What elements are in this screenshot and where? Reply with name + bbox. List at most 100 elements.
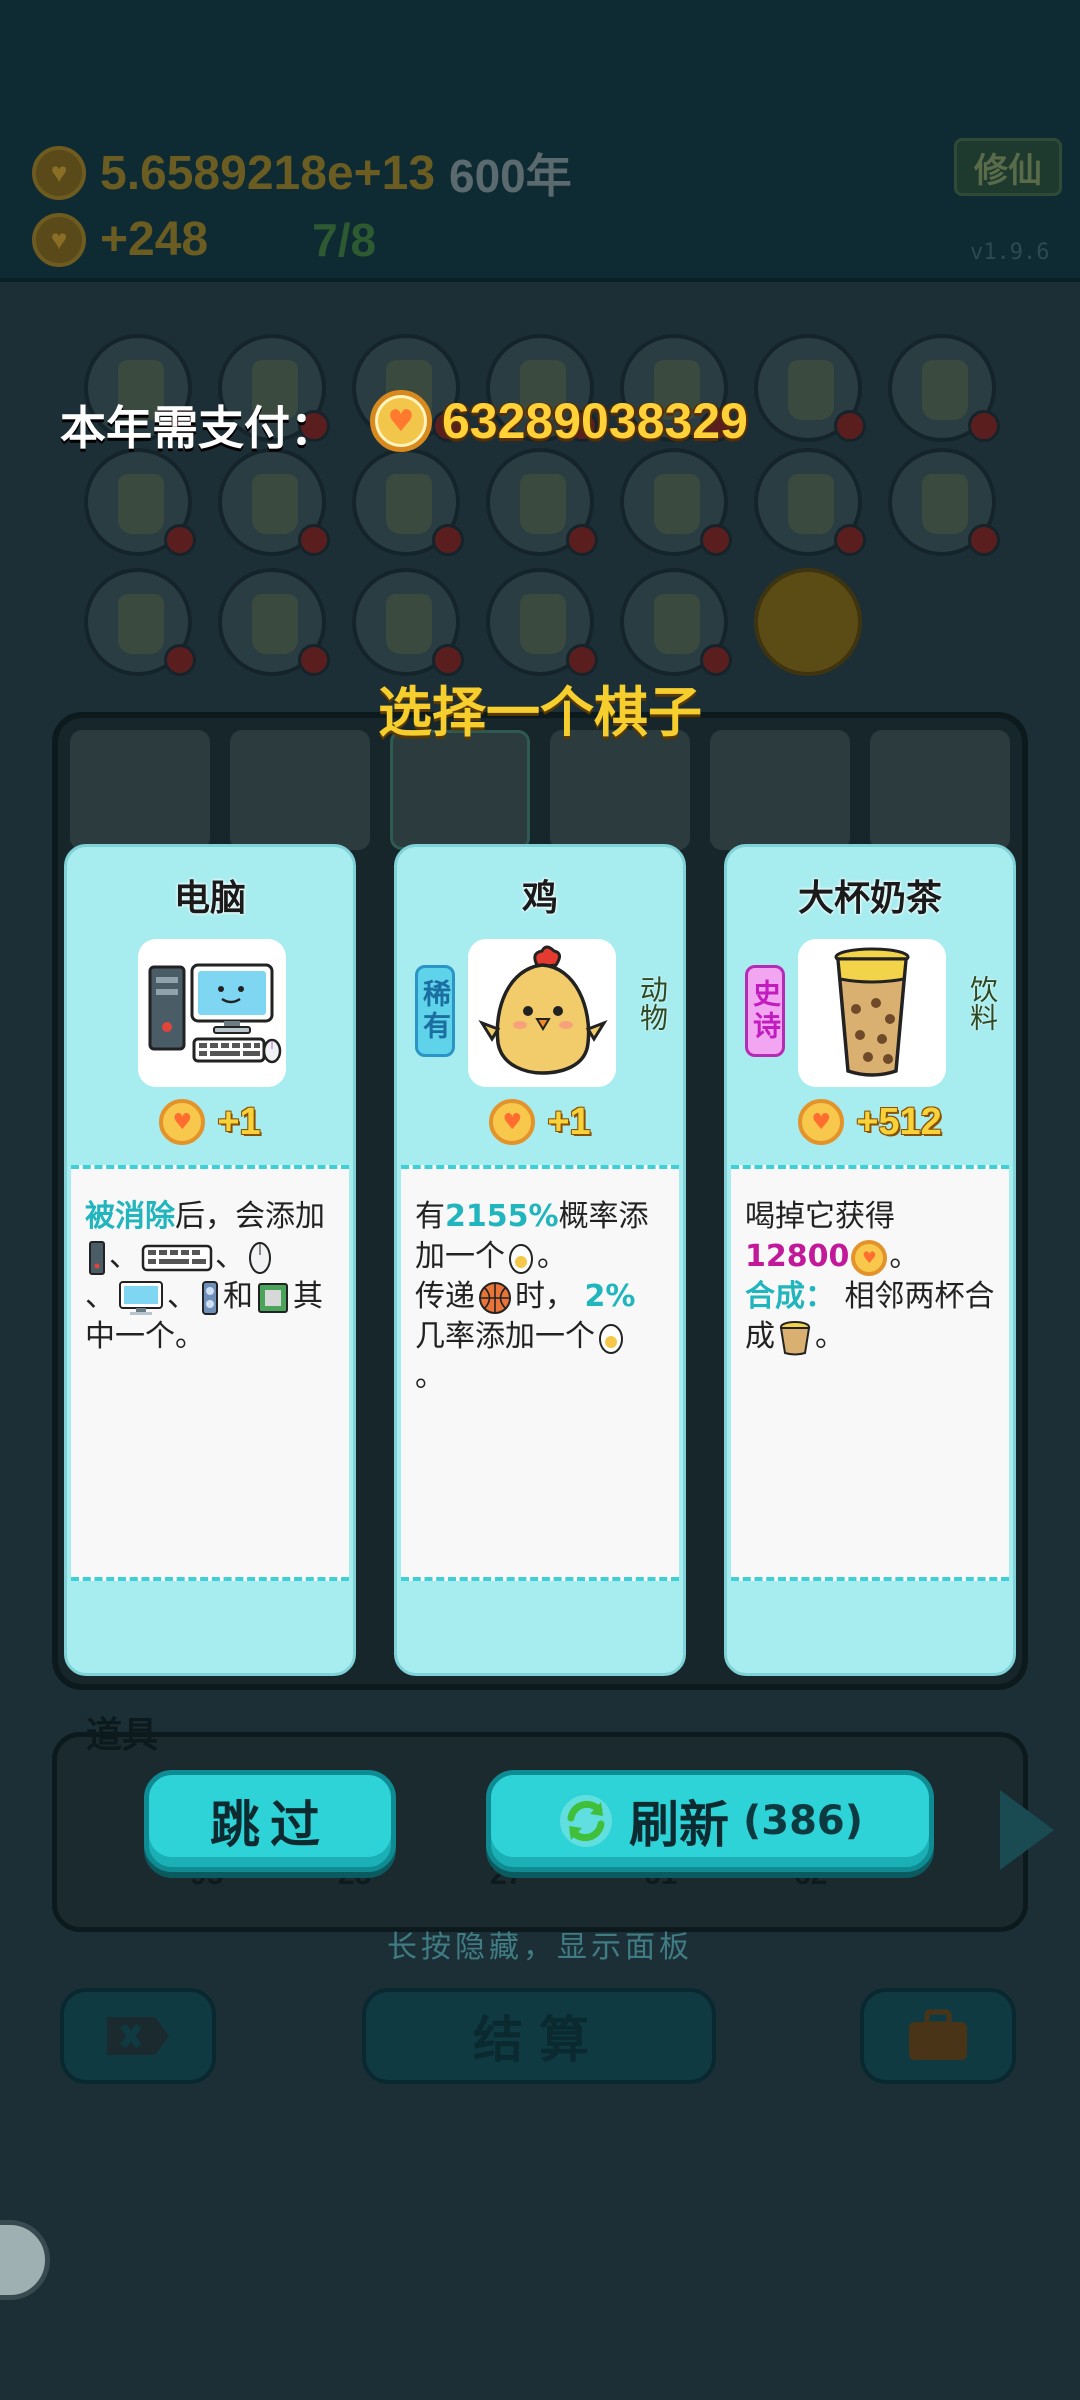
desc-text: 、 — [85, 1279, 115, 1314]
egg-icon — [509, 1243, 533, 1274]
card-value-text: +1 — [547, 1100, 591, 1143]
board-slot — [352, 568, 464, 676]
coin-icon: ♥ — [851, 1239, 888, 1276]
skip-button[interactable]: 跳过 — [144, 1770, 396, 1872]
card-description: 有2155%概率添加一个。 传递 时， 2% 几率添加一个 。 — [401, 1165, 679, 1581]
briefcase-icon — [909, 2009, 967, 2060]
desc-text: 12800 — [745, 1239, 850, 1274]
board-slot — [486, 448, 598, 556]
card-name: 电脑 — [173, 878, 246, 919]
card-name: 大杯奶茶 — [797, 878, 942, 919]
round-counter: 7/8 — [312, 213, 377, 266]
desc-text: 、 — [167, 1279, 197, 1314]
card-value-text: +512 — [856, 1100, 942, 1143]
desc-text: 。 — [537, 1239, 567, 1274]
board-slot — [888, 448, 1000, 556]
items-label: 道具 — [86, 1715, 159, 1756]
avatar[interactable] — [0, 2220, 50, 2300]
pc-tower-icon — [89, 1240, 105, 1275]
board-slot — [620, 568, 732, 676]
desc-text: 。 — [415, 1359, 445, 1394]
board-slot — [352, 448, 464, 556]
payment-amount: 63289038329 — [442, 393, 748, 449]
desc-text: 传递 — [415, 1279, 475, 1314]
lightning-icon — [754, 568, 862, 676]
board-slot — [84, 568, 196, 676]
egg-icon — [599, 1323, 623, 1354]
exit-button[interactable] — [60, 1988, 216, 2084]
coin-icon: ♥ — [32, 146, 86, 200]
desc-text: 时， — [515, 1279, 575, 1314]
basketball-icon — [479, 1281, 511, 1314]
board-slot — [218, 568, 330, 676]
board-slot — [84, 448, 196, 556]
card-name: 鸡 — [521, 878, 558, 919]
card-milk-tea[interactable]: 大杯奶茶 史诗 饮料 ♥ +512 喝掉它获得 12800 ♥。 合成： 相邻两杯… — [724, 844, 1016, 1676]
cpu-icon — [258, 1282, 288, 1313]
card-value: ♥ +1 — [67, 1099, 353, 1145]
card-value-text: +1 — [217, 1100, 261, 1143]
desc-text: 2155% — [445, 1199, 559, 1234]
rarity-badge-epic: 史诗 — [745, 965, 785, 1057]
refresh-count: (386) — [742, 1798, 864, 1844]
milk-tea-bucket-icon — [779, 1320, 811, 1355]
card-value: ♥ +1 — [397, 1099, 683, 1145]
refresh-label: 刷新 — [628, 1796, 729, 1854]
skip-label: 跳过 — [210, 1796, 330, 1854]
desc-text: 和 — [223, 1279, 253, 1314]
desc-text: 2% — [584, 1279, 636, 1314]
hide-panel-hint: 长按隐藏，显示面板 — [387, 1930, 693, 1965]
year-counter: 600年 — [449, 150, 572, 202]
choose-piece-title: 选择一个棋子 — [378, 681, 702, 744]
refresh-icon — [559, 1795, 612, 1847]
close-icon — [107, 2017, 169, 2055]
card-description: 喝掉它获得 12800 ♥。 合成： 相邻两杯合成。 — [731, 1165, 1009, 1581]
settle-label: 结算 — [473, 2011, 605, 2069]
total-coins: 5.6589218e+13 — [100, 146, 436, 200]
board-slot — [486, 568, 598, 676]
card-category: 饮料 — [966, 975, 999, 1031]
desc-text: 被消除 — [85, 1199, 175, 1234]
coin-row: ♥ 5.6589218e+13 600年 — [32, 140, 572, 206]
card-chicken[interactable]: 鸡 稀有 动物 ♥ +1 有2155%概率添加一个。 传递 时， 2% 几率添加一… — [394, 844, 686, 1676]
card-description: 被消除后，会添加、、 、、和其中一个。 — [71, 1165, 349, 1581]
card-category: 动物 — [636, 975, 669, 1031]
chicken-icon — [468, 939, 616, 1087]
desc-text: 合成： — [745, 1279, 835, 1314]
card-value: ♥ +512 — [727, 1099, 1013, 1145]
board-slot — [754, 334, 866, 442]
desc-text: 、 — [215, 1239, 245, 1274]
bag-button[interactable] — [860, 1988, 1016, 2084]
mouse-icon — [249, 1241, 271, 1274]
board-slot — [620, 448, 732, 556]
coin-icon: ♥ — [798, 1099, 845, 1145]
milk-tea-icon — [798, 939, 946, 1087]
desc-text: 几率添加一个 — [415, 1319, 595, 1354]
chevron-right-icon[interactable] — [1000, 1790, 1054, 1870]
rarity-badge-rare: 稀有 — [415, 965, 455, 1057]
settle-button[interactable]: 结算 — [362, 1988, 716, 2084]
refresh-button[interactable]: 刷新 (386) — [486, 1770, 934, 1872]
gpu-icon — [202, 1280, 218, 1315]
board-slot — [888, 334, 1000, 442]
board-slot — [754, 448, 866, 556]
desc-text: 有 — [415, 1199, 445, 1234]
desc-text: 后，会添加 — [175, 1199, 325, 1234]
xiuxian-button[interactable]: 修仙 — [954, 138, 1062, 196]
desc-text: 。 — [815, 1319, 845, 1354]
payment-label: 本年需支付： — [60, 401, 336, 455]
board-slot — [218, 448, 330, 556]
keyboard-icon — [141, 1244, 213, 1271]
desc-text: 、 — [109, 1239, 139, 1274]
game-board — [0, 286, 1080, 706]
card-computer[interactable]: 电脑 ♥ +1 被消除后，会添加、、 、、和其中一个。 — [64, 844, 356, 1676]
shop-strip — [70, 730, 1010, 850]
coin-icon: ♥ — [159, 1099, 206, 1145]
computer-icon — [138, 939, 286, 1087]
desc-text: 。 — [889, 1239, 920, 1274]
version-label: v1.9.6 — [970, 240, 1050, 265]
monitor-icon — [119, 1280, 163, 1315]
coin-icon: ♥ — [370, 390, 432, 452]
income-row: ♥ +248 7/8 — [32, 212, 376, 267]
coin-icon: ♥ — [489, 1099, 536, 1145]
